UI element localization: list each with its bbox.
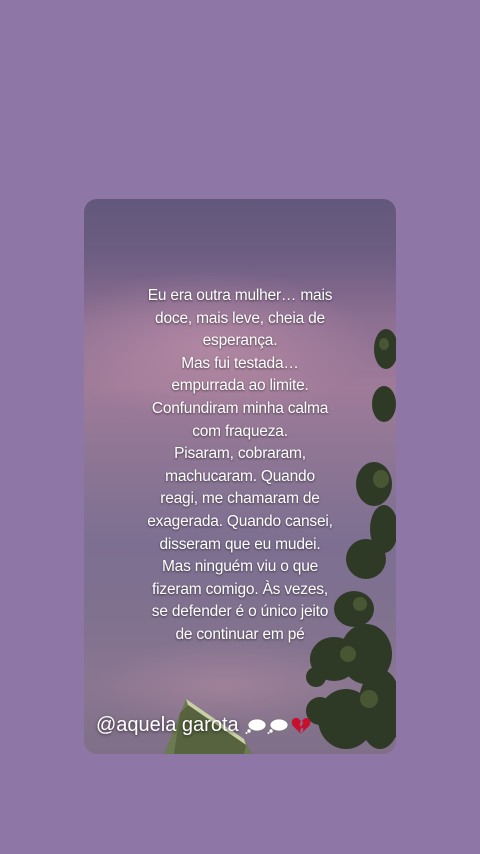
quote-line: Eu era outra mulher… mais	[147, 287, 333, 304]
thought-bubble-icon	[267, 718, 289, 734]
quote-line: disseram que eu mudei.	[159, 535, 321, 553]
watermark-icons	[245, 717, 311, 735]
quote-line: esperança.	[202, 332, 278, 350]
photo-card: Eu era outra mulher… mais doce, mais lev…	[84, 199, 396, 754]
watermark-handle: @aquela garota	[96, 714, 239, 736]
thought-bubble-icon	[245, 718, 267, 734]
quote-line: de continuar em pé	[175, 625, 305, 643]
quote-line: exagerada. Quando cansei,	[147, 512, 333, 530]
quote-line: doce, mais leve, cheia de	[155, 309, 325, 327]
quote-line: reagi, me chamaram de	[160, 490, 320, 508]
quote-line: se defender é o único jeito	[151, 603, 329, 621]
quote-line: com fraqueza.	[192, 422, 288, 440]
quote-line: fizeram comigo. Às vezes,	[152, 580, 328, 598]
broken-heart-icon	[291, 717, 311, 734]
quote-line: Mas ninguém viu o que	[161, 558, 319, 576]
quote-line: Confundiram minha calma	[151, 399, 329, 417]
quote-line: machucaram. Quando	[165, 467, 315, 485]
quote-line: Mas fui testada…	[181, 354, 299, 372]
watermark: @aquela garota	[96, 714, 311, 737]
quote-line: Pisaram, cobraram,	[174, 445, 306, 463]
quote-text: Eu era outra mulher… mais doce, mais lev…	[130, 285, 350, 647]
quote-line: empurrada ao limite.	[171, 377, 309, 395]
